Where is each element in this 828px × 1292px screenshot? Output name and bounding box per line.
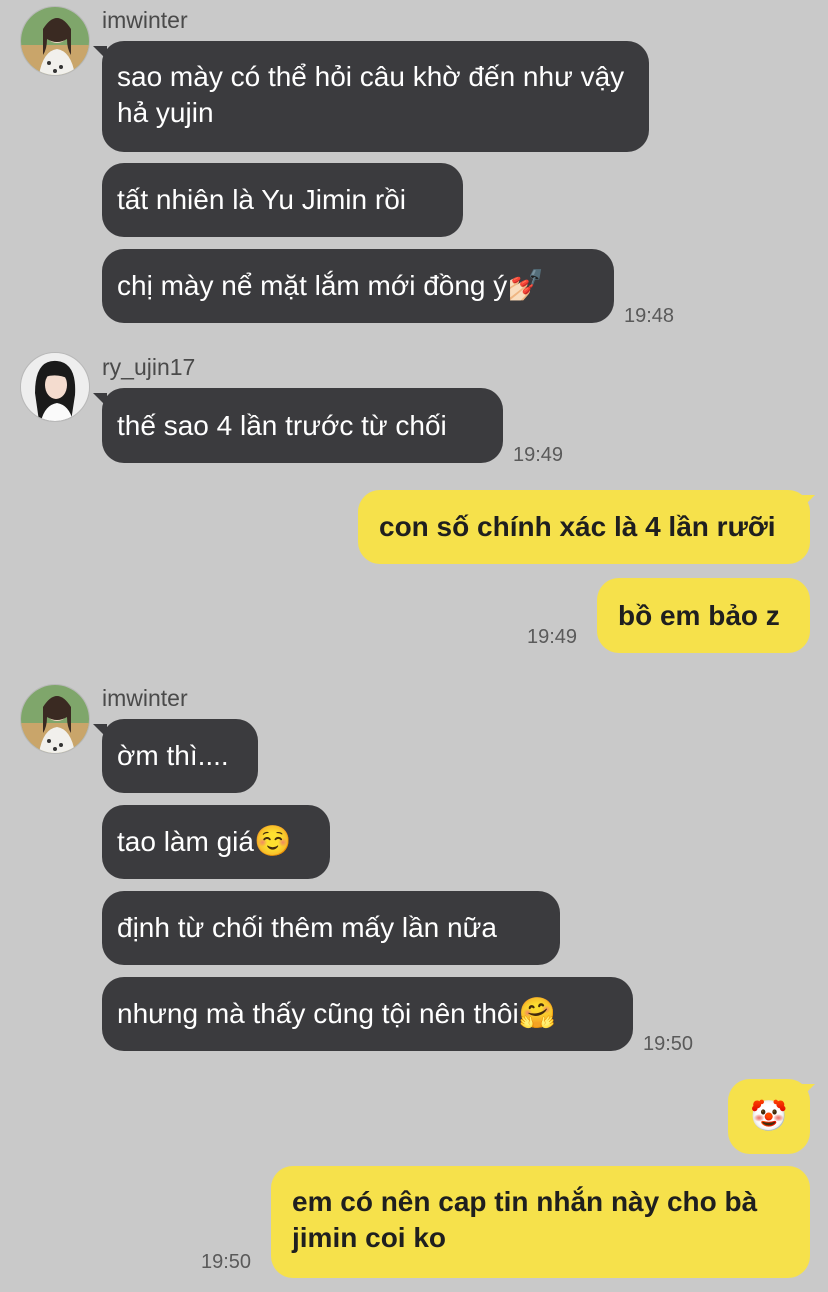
bubble-tail	[801, 495, 815, 509]
hugging-face-emoji-icon: 🤗	[518, 996, 557, 1031]
message-text: em có nên cap tin nhắn này cho bà jimin …	[292, 1186, 758, 1253]
message-bubble[interactable]: định từ chối thêm mấy lần nữa	[102, 891, 560, 965]
smiling-face-emoji-icon: ☺️	[253, 824, 292, 859]
avatar-ry-ujin17[interactable]	[20, 352, 90, 422]
message-bubble[interactable]: chị mày nể mặt lắm mới đồng ý 💅🏻	[102, 249, 614, 323]
message-text: định từ chối thêm mấy lần nữa	[117, 912, 497, 943]
bubble-tail	[801, 1084, 815, 1098]
timestamp: 19:48	[624, 305, 675, 327]
message-text: bồ em bảo z	[618, 599, 780, 631]
message-text: nhưng mà thấy cũng tội nên thôi	[117, 998, 519, 1029]
message-text: ờm thì....	[117, 740, 229, 771]
message-bubble[interactable]: ờm thì....	[102, 719, 258, 793]
message-text: tất nhiên là Yu Jimin rồi	[117, 184, 406, 215]
timestamp: 19:50	[643, 1033, 694, 1055]
message-bubble[interactable]: con số chính xác là 4 lần rưỡi	[358, 490, 810, 564]
message-bubble[interactable]: nhưng mà thấy cũng tội nên thôi 🤗	[102, 977, 633, 1051]
sender-name: imwinter	[102, 7, 188, 33]
message-text: sao mày có thể hỏi câu khờ đến như vậy h…	[117, 61, 625, 128]
message-bubble[interactable]: tao làm giá ☺️	[102, 805, 330, 879]
avatar-image	[21, 685, 89, 753]
timestamp: 19:49	[513, 444, 564, 466]
sender-name: imwinter	[102, 685, 188, 711]
message-bubble[interactable]: em có nên cap tin nhắn này cho bà jimin …	[271, 1166, 810, 1278]
avatar-image	[21, 353, 89, 421]
message-bubble[interactable]: sao mày có thể hỏi câu khờ đến như vậy h…	[102, 41, 649, 152]
clown-face-emoji-icon: 🤡	[750, 1098, 788, 1134]
message-bubble[interactable]: bồ em bảo z	[597, 578, 810, 653]
message-text: thế sao 4 lần trước từ chối	[117, 409, 447, 441]
message-bubble[interactable]: thế sao 4 lần trước từ chối	[102, 388, 503, 463]
sender-name: ry_ujin17	[102, 354, 196, 380]
message-bubble[interactable]: tất nhiên là Yu Jimin rồi	[102, 163, 463, 237]
timestamp: 19:50	[201, 1251, 252, 1273]
avatar-imwinter[interactable]	[20, 684, 90, 754]
message-text: tao làm giá	[117, 826, 254, 857]
avatar-imwinter[interactable]	[20, 6, 90, 76]
timestamp: 19:49	[527, 626, 578, 648]
message-bubble[interactable]: 🤡	[728, 1079, 810, 1154]
message-text: con số chính xác là 4 lần rưỡi	[379, 511, 776, 542]
message-text: chị mày nể mặt lắm mới đồng ý	[117, 270, 508, 301]
nail-polish-emoji-icon: 💅🏻	[507, 268, 545, 303]
avatar-image	[21, 7, 89, 75]
